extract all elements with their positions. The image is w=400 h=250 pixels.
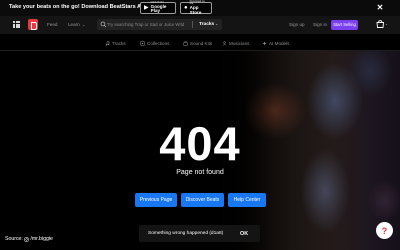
ai-models-icon — [262, 40, 267, 46]
subnav-sound-kits-label: Sound Kits — [190, 40, 213, 46]
discover-beats-button[interactable]: Discover Beats — [181, 193, 224, 207]
apple-icon: ● — [184, 5, 188, 11]
app-store-badge[interactable]: ● Download on the App Store — [180, 0, 212, 15]
search-category-select[interactable]: Tracks — [199, 22, 214, 27]
help-center-button[interactable]: Help Center — [228, 193, 266, 207]
start-selling-button[interactable]: Start Selling — [331, 19, 358, 30]
search-divider — [192, 21, 193, 28]
subnav-musicians[interactable]: Musicians — [222, 40, 249, 46]
app-download-text: Take your beats on the go! Download Beat… — [9, 4, 148, 10]
source-handle[interactable]: /mr.biggie — [30, 236, 53, 242]
subnav-musicians-label: Musicians — [229, 40, 250, 46]
error-message: Page not found — [176, 169, 224, 176]
close-banner-icon[interactable]: ✕ — [375, 3, 385, 13]
nav-learn[interactable]: Learn — [68, 22, 80, 27]
google-play-label: Google Play — [150, 3, 167, 14]
error-code: 404 — [159, 117, 241, 170]
google-play-icon: ▶ — [144, 5, 149, 11]
source-prefix: Source: — [5, 236, 23, 242]
nav-feed[interactable]: Feed — [47, 22, 57, 27]
previous-page-button[interactable]: Previous Page — [135, 193, 177, 207]
subnav-tracks[interactable]: Tracks — [105, 40, 126, 46]
subnav-tracks-label: Tracks — [112, 40, 126, 46]
sign-up-link[interactable]: Sign up — [289, 22, 305, 27]
sign-in-link[interactable]: Sign in — [313, 22, 327, 27]
search-input[interactable] — [107, 21, 190, 28]
toast-message: Something wrong happened (d1a8) — [148, 231, 224, 236]
subnav-collections-label: Collections — [147, 40, 170, 46]
chevron-down-icon: ⌄ — [385, 21, 389, 26]
chevron-down-icon: ⌄ — [82, 21, 86, 27]
search-icon — [100, 21, 107, 27]
subnav-sound-kits[interactable]: Sound Kits — [183, 40, 212, 46]
app-download-banner: Take your beats on the go! Download Beat… — [0, 0, 400, 16]
instagram-icon — [24, 236, 30, 242]
subnav-ai-models-label: AI Models — [269, 40, 290, 46]
beatstars-logo[interactable] — [28, 19, 38, 30]
subnav-ai-models[interactable]: AI Models — [262, 40, 289, 46]
collections-icon — [140, 40, 145, 46]
google-play-badge[interactable]: ▶ GET IT ON Google Play — [140, 1, 176, 14]
help-question-icon[interactable]: ? — [376, 222, 393, 239]
subnav-collections[interactable]: Collections — [140, 40, 169, 46]
musicians-icon — [222, 40, 227, 46]
app-store-label: App Store — [189, 5, 202, 15]
music-note-icon — [105, 40, 110, 45]
sound-kit-icon — [183, 41, 188, 46]
photo-source-credit: Source: /mr.biggie — [5, 236, 53, 242]
apps-grid-icon[interactable] — [13, 21, 20, 28]
chevron-down-icon: ⌄ — [215, 21, 219, 26]
cart-icon[interactable] — [375, 20, 385, 29]
toast-ok-button[interactable]: OK — [240, 231, 248, 237]
